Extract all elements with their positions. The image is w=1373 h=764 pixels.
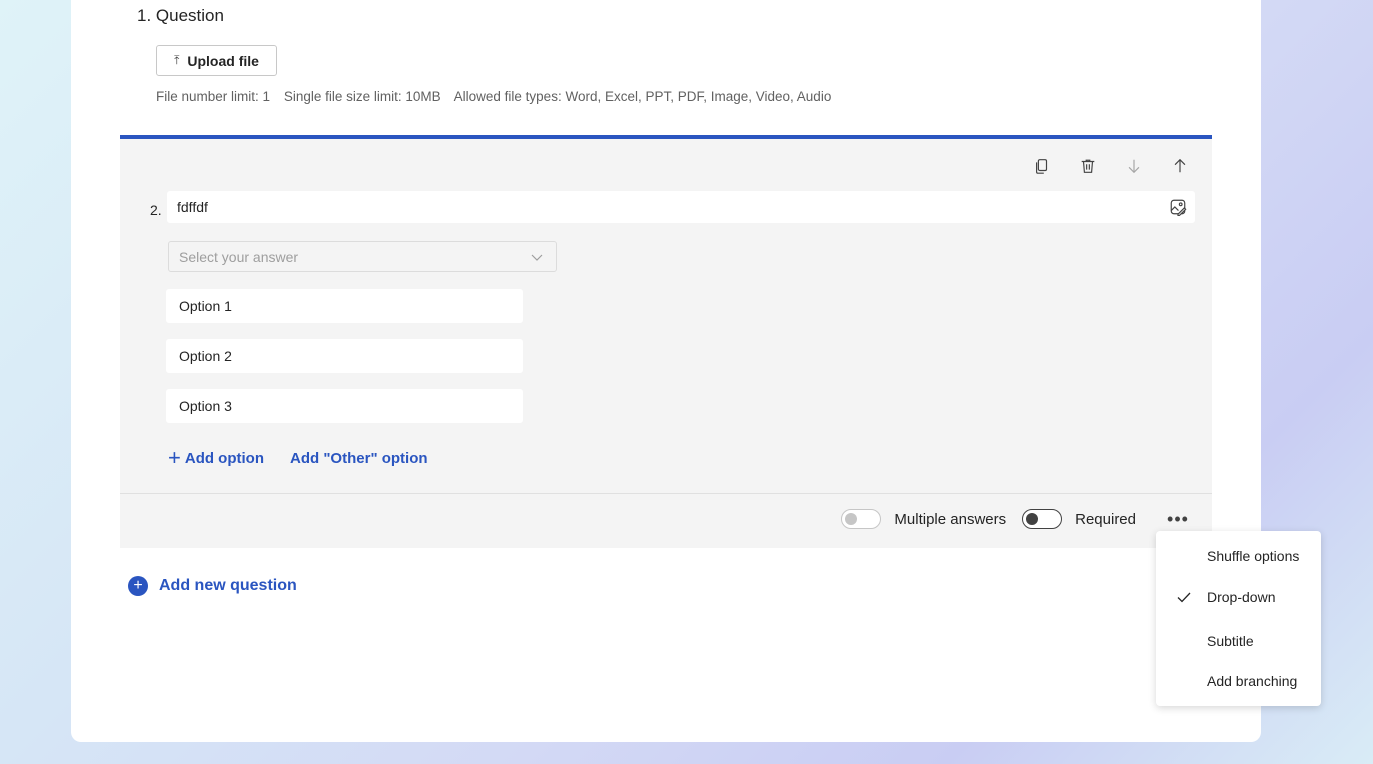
- option-input-2[interactable]: Option 2: [166, 339, 523, 373]
- menu-item-drop-down[interactable]: Drop-down: [1156, 581, 1321, 613]
- required-toggle[interactable]: [1022, 509, 1063, 529]
- question-number: 2.: [150, 202, 162, 218]
- plus-icon: +: [168, 445, 181, 470]
- copy-icon[interactable]: [1028, 152, 1056, 180]
- add-new-question-button[interactable]: + Add new question: [128, 576, 297, 596]
- multiple-answers-label: Multiple answers: [894, 510, 1007, 528]
- chevron-down-icon: [531, 254, 543, 261]
- file-number-limit: File number limit: 1: [156, 89, 271, 104]
- option-input-3[interactable]: Option 3: [166, 389, 523, 423]
- upload-icon: ⤒: [174, 53, 180, 67]
- answer-dropdown[interactable]: Select your answer: [168, 241, 557, 272]
- delete-icon[interactable]: [1074, 152, 1102, 180]
- checkmark-icon: [1156, 589, 1207, 605]
- question-1-title: 1. Question: [137, 6, 224, 25]
- file-limits: File number limit: 1 Single file size li…: [156, 89, 841, 104]
- answer-dropdown-placeholder: Select your answer: [179, 248, 299, 265]
- multiple-answers-toggle[interactable]: [841, 509, 882, 529]
- insert-media-icon[interactable]: [1169, 198, 1187, 216]
- menu-item-label: Shuffle options: [1207, 548, 1300, 564]
- question-title-input[interactable]: fdffdf: [167, 191, 1195, 223]
- question-toolbar: [1028, 152, 1194, 180]
- menu-item-label: Subtitle: [1207, 633, 1254, 649]
- menu-item-label: Add branching: [1207, 673, 1298, 689]
- option-input-1[interactable]: Option 1: [166, 289, 523, 323]
- option-text: Option 1: [179, 298, 232, 314]
- divider: [120, 493, 1212, 494]
- move-down-icon[interactable]: [1120, 152, 1148, 180]
- menu-item-shuffle-options[interactable]: Shuffle options: [1156, 540, 1321, 572]
- add-option-row: + Add option Add "Other" option: [168, 447, 428, 469]
- question-footer: Multiple answers Required •••: [841, 505, 1192, 533]
- add-option-button[interactable]: Add option: [185, 450, 264, 467]
- menu-item-label: Drop-down: [1207, 589, 1276, 605]
- toggle-knob: [845, 513, 858, 525]
- move-up-icon[interactable]: [1166, 152, 1194, 180]
- more-options-icon[interactable]: •••: [1164, 505, 1192, 533]
- toggle-knob: [1026, 513, 1039, 525]
- menu-item-subtitle[interactable]: Subtitle: [1156, 625, 1321, 657]
- option-text: Option 3: [179, 398, 232, 414]
- upload-file-label: Upload file: [187, 52, 259, 69]
- question-more-menu: Shuffle options Drop-down Subtitle Add b…: [1156, 531, 1321, 706]
- add-circle-icon: +: [128, 576, 148, 596]
- add-new-question-label: Add new question: [159, 577, 297, 594]
- form-card: 1. Question ⤒ Upload file File number li…: [71, 0, 1261, 742]
- menu-item-add-branching[interactable]: Add branching: [1156, 665, 1321, 697]
- option-text: Option 2: [179, 348, 232, 364]
- question-2-editor: 2. fdffdf Select your answer Option 1 Op…: [120, 135, 1212, 548]
- question-title-value: fdffdf: [177, 199, 208, 215]
- add-other-option-button[interactable]: Add "Other" option: [290, 450, 428, 467]
- upload-file-button[interactable]: ⤒ Upload file: [156, 45, 277, 76]
- file-size-limit: Single file size limit: 10MB: [283, 89, 441, 104]
- allowed-file-types: Allowed file types: Word, Excel, PPT, PD…: [453, 89, 832, 104]
- required-label: Required: [1075, 510, 1136, 528]
